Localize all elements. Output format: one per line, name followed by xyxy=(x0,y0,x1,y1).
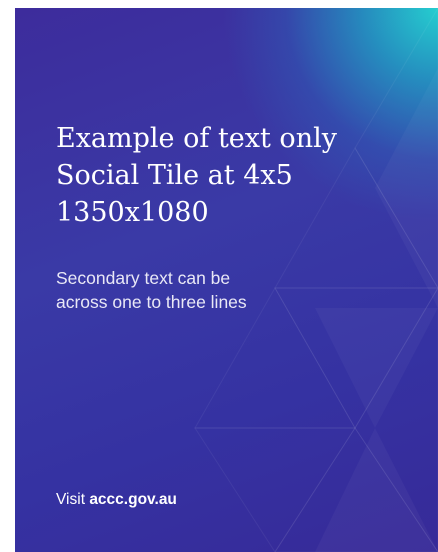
cta-prefix: Visit xyxy=(56,491,90,508)
call-to-action: Visit accc.gov.au xyxy=(56,490,177,510)
social-tile: Example of text only Social Tile at 4x5 … xyxy=(15,8,438,552)
secondary-text: Secondary text can be across one to thre… xyxy=(56,268,247,312)
page-frame: Example of text only Social Tile at 4x5 … xyxy=(0,0,438,552)
headline: Example of text only Social Tile at 4x5 … xyxy=(56,123,337,228)
website-link[interactable]: accc.gov.au xyxy=(89,491,177,508)
